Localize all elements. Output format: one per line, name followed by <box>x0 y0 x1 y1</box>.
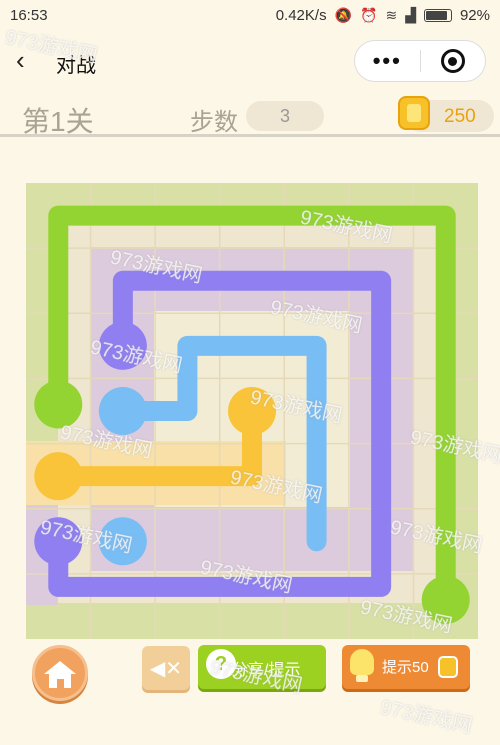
steps-label: 步数 <box>190 109 238 136</box>
yellow-endpoint-dot[interactable] <box>228 387 276 435</box>
hint-coin-icon <box>438 656 458 678</box>
status-bar: 16:53 0.42K/s 🔕 ⏰ ≋ ▟ 92% <box>0 0 500 30</box>
battery-percent: 92% <box>459 6 490 24</box>
level-bar: 第1关 步数 3 250 <box>0 92 500 138</box>
status-right: 0.42K/s 🔕 ⏰ ≋ ▟ 92% <box>276 7 490 24</box>
yellow-endpoint-dot[interactable] <box>34 452 83 501</box>
lightbulb-icon <box>350 649 374 675</box>
share-hint-label: 分享/提示 <box>232 662 301 679</box>
network-speed: 0.42K/s <box>275 6 327 24</box>
nav-bar: ‹ 对战 ••• <box>0 36 500 86</box>
lightbulb-base <box>356 675 368 682</box>
page-title: 对战 <box>56 55 96 77</box>
game-board[interactable] <box>26 183 478 639</box>
watermark: 973游戏网 <box>378 696 475 738</box>
alarm-icon: ⏰ <box>360 6 378 23</box>
battery-icon <box>423 8 452 22</box>
blue-endpoint-dot[interactable] <box>98 517 147 566</box>
purple-endpoint-dot[interactable] <box>98 321 147 370</box>
green-endpoint-dot[interactable] <box>421 575 470 624</box>
purple-endpoint-dot[interactable] <box>34 517 83 566</box>
speaker-mute-icon: ◀✕ <box>149 657 183 680</box>
more-dots-icon[interactable]: ••• <box>355 50 420 72</box>
share-hint-button[interactable]: ? 分享/提示 <box>198 645 326 689</box>
coin-icon <box>398 96 430 130</box>
steps-value: 3 <box>246 101 324 131</box>
board-svg[interactable] <box>26 183 478 639</box>
signal-icon: ▟ <box>405 6 416 23</box>
chevron-left-icon[interactable]: ‹ <box>16 47 42 74</box>
mute-icon: 🔕 <box>334 6 353 23</box>
status-time: 16:53 <box>10 6 48 24</box>
mini-program-capsule: ••• <box>354 40 486 82</box>
header-divider <box>0 134 500 137</box>
hint-label: 提示50 <box>382 659 429 676</box>
mute-button[interactable]: ◀✕ <box>142 646 190 690</box>
blue-endpoint-dot[interactable] <box>98 387 147 435</box>
home-button[interactable] <box>32 645 88 701</box>
wifi-icon: ≋ <box>385 6 398 23</box>
target-close-icon <box>440 49 465 73</box>
target-dot <box>448 56 458 66</box>
coin-count: 250 <box>444 106 476 127</box>
home-icon <box>35 648 85 698</box>
close-button[interactable] <box>421 49 486 73</box>
green-endpoint-dot[interactable] <box>34 380 83 429</box>
